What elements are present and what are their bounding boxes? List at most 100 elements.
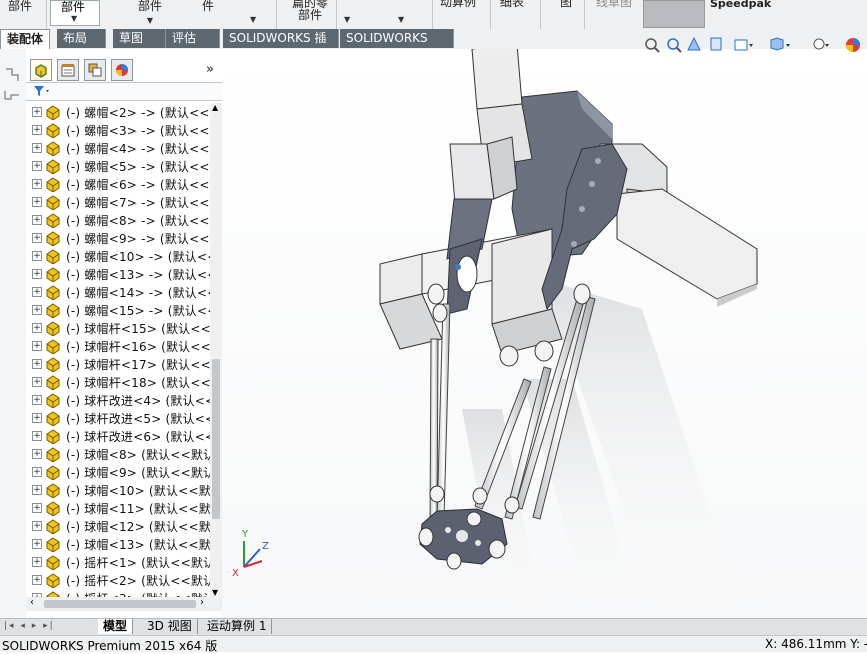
tree-vertical-scrollbar[interactable]: ▲ ▼	[210, 103, 222, 597]
expand-icon[interactable]: +	[32, 197, 42, 207]
tab-assembly[interactable]: 装配体	[0, 29, 50, 49]
tree-row[interactable]: + (-) 球帽<12> (默认<<默认	[26, 517, 210, 535]
graphics-area[interactable]: Y Z X	[222, 49, 867, 618]
ribbon-item-10[interactable]: 图	[560, 0, 572, 25]
view-orientation-icon[interactable]	[770, 37, 790, 51]
configuration-manager-tab[interactable]	[84, 59, 106, 81]
zoom-to-area-icon[interactable]	[667, 38, 682, 53]
tab-motion-study[interactable]: 运动算例 1	[202, 619, 273, 634]
tree-row[interactable]: + (-) 球杆改进<6> (默认<<	[26, 427, 210, 445]
expand-icon[interactable]: +	[32, 359, 42, 369]
ribbon-item-3[interactable]: 件	[202, 0, 214, 29]
vertical-scroll-thumb[interactable]	[212, 359, 220, 519]
tree-row[interactable]: +(-) 摇杆<3> (默认<<默认	[26, 589, 210, 597]
tree-row[interactable]: + (-) 球帽杆<18> (默认<<	[26, 373, 210, 391]
tree-row[interactable]: + (-) 球帽杆<17> (默认<<	[26, 355, 210, 373]
expand-icon[interactable]: +	[32, 395, 42, 405]
expand-icon[interactable]: +	[32, 413, 42, 423]
tree-row[interactable]: + (-) 螺帽<14> -> (默认<<	[26, 283, 210, 301]
ribbon-item-11[interactable]: 线草图	[596, 0, 632, 25]
scroll-down-icon[interactable]: ▼	[212, 588, 218, 597]
tab-layout[interactable]: 布局	[57, 29, 106, 48]
expand-icon[interactable]: +	[32, 575, 42, 585]
scroll-left-icon[interactable]: ‹	[30, 597, 34, 608]
ribbon-item-5[interactable]: 篇的零部件	[288, 0, 332, 26]
tree-row[interactable]: + (-) 螺帽<5> -> (默认<<	[26, 157, 210, 175]
tree-row[interactable]: + (-) 球帽<10> (默认<<默认	[26, 481, 210, 499]
expand-icon[interactable]: +	[32, 341, 42, 351]
expand-icon[interactable]: +	[32, 125, 42, 135]
display-style-icon[interactable]	[813, 38, 829, 50]
expand-icon[interactable]: +	[32, 215, 42, 225]
section-view-icon[interactable]	[710, 37, 722, 51]
tab-solidworks-mbd[interactable]: SOLIDWORKS MBD	[340, 29, 454, 64]
tree-row[interactable]: + (-) 螺帽<8> -> (默认<<	[26, 211, 210, 229]
ribbon-item-4[interactable]: ▼	[250, 0, 256, 29]
tree-row[interactable]: + (-) 球帽<9> (默认<<默认	[26, 463, 210, 481]
dynamic-annotation-icon[interactable]	[734, 39, 753, 51]
tab-scroll-arrows-icon[interactable]: |◂ ◂ ▸ ▸|	[4, 621, 55, 631]
expand-icon[interactable]: +	[32, 287, 42, 297]
expand-icon[interactable]: +	[32, 377, 42, 387]
tree-row[interactable]: + (-) 螺帽<6> -> (默认<<	[26, 175, 210, 193]
tree-row[interactable]: + (-) 螺帽<15> -> (默认<<	[26, 301, 210, 319]
expand-icon[interactable]: +	[32, 539, 42, 549]
ribbon-item-7[interactable]: ▼	[398, 0, 404, 29]
ribbon-item-8[interactable]: 动算例	[440, 0, 476, 25]
tree-row[interactable]: + (-) 球帽杆<15> (默认<<	[26, 319, 210, 337]
tree-row[interactable]: + (-) 螺帽<7> -> (默认<<	[26, 193, 210, 211]
expand-icon[interactable]: +	[32, 179, 42, 189]
expand-icon[interactable]: +	[32, 161, 42, 171]
expand-icon[interactable]: +	[32, 431, 42, 441]
property-manager-tab[interactable]	[57, 59, 79, 81]
display-manager-tab[interactable]	[111, 59, 133, 81]
horizontal-scroll-thumb[interactable]	[44, 600, 196, 608]
expand-icon[interactable]: +	[32, 233, 42, 243]
expand-icon[interactable]: +	[32, 269, 42, 279]
tree-row[interactable]: + (-) 螺帽<9> -> (默认<<	[26, 229, 210, 247]
expand-icon[interactable]: +	[32, 143, 42, 153]
expand-icon[interactable]: +	[32, 305, 42, 315]
filter-icon[interactable]	[32, 84, 52, 98]
appearance-icon[interactable]	[846, 38, 860, 52]
expand-icon[interactable]: +	[32, 557, 42, 567]
tree-row[interactable]: + (-) 螺帽<4> -> (默认<<	[26, 139, 210, 157]
tree-row[interactable]: + (-) 螺帽<2> -> (默认<<	[26, 103, 210, 121]
tree-row[interactable]: + (-) 球帽杆<16> (默认<<	[26, 337, 210, 355]
ribbon-combo[interactable]: 部件 ▼	[50, 0, 100, 26]
tree-row[interactable]: + (-) 球杆改进<4> (默认<<	[26, 391, 210, 409]
ribbon-item-6[interactable]: ▼	[344, 0, 350, 29]
zoom-to-fit-icon[interactable]	[645, 38, 660, 53]
tree-row[interactable]: + (-) 螺帽<13> -> (默认<<	[26, 265, 210, 283]
expand-icon[interactable]: +	[32, 485, 42, 495]
tab-evaluate[interactable]: 评估	[166, 29, 220, 48]
ribbon-item-1[interactable]: 部件	[8, 0, 32, 29]
tab-model[interactable]: 模型	[98, 619, 134, 634]
ribbon-item-9[interactable]: 细表	[500, 0, 524, 25]
expand-icon[interactable]: +	[32, 251, 42, 261]
expand-icon[interactable]: +	[32, 107, 42, 117]
scroll-right-icon[interactable]: ›	[200, 597, 204, 608]
feature-tree-tab[interactable]	[30, 59, 52, 81]
more-tabs-button[interactable]: »	[206, 62, 214, 77]
sketch-tool-icon[interactable]	[0, 63, 26, 123]
scroll-up-icon[interactable]: ▲	[212, 103, 218, 112]
tree-row[interactable]: + (-) 摇杆<1> (默认<<默认	[26, 553, 210, 571]
tree-row[interactable]: + (-) 摇杆<2> (默认<<默认	[26, 571, 210, 589]
tree-row[interactable]: + (-) 球帽<8> (默认<<默认	[26, 445, 210, 463]
previous-view-icon[interactable]	[687, 36, 701, 51]
tree-row[interactable]: + (-) 球帽<11> (默认<<默认	[26, 499, 210, 517]
expand-icon[interactable]: +	[32, 467, 42, 477]
tree-row[interactable]: + (-) 球帽<13> (默认<<默认	[26, 535, 210, 553]
tree-row[interactable]: + (-) 球杆改进<5> (默认<<	[26, 409, 210, 427]
expand-icon[interactable]: +	[32, 449, 42, 459]
expand-icon[interactable]: +	[32, 503, 42, 513]
tab-sketch[interactable]: 草图	[113, 29, 166, 48]
expand-icon[interactable]: +	[32, 323, 42, 333]
feature-manager-filter[interactable]	[26, 82, 222, 101]
tree-row[interactable]: + (-) 螺帽<3> -> (默认<<	[26, 121, 210, 139]
tab-3d-view[interactable]: 3D 视图	[142, 619, 198, 634]
tab-solidworks-addins[interactable]: SOLIDWORKS 插件	[223, 29, 339, 64]
expand-icon[interactable]: +	[32, 521, 42, 531]
ribbon-item-2[interactable]: 部件 ▼	[138, 0, 162, 29]
